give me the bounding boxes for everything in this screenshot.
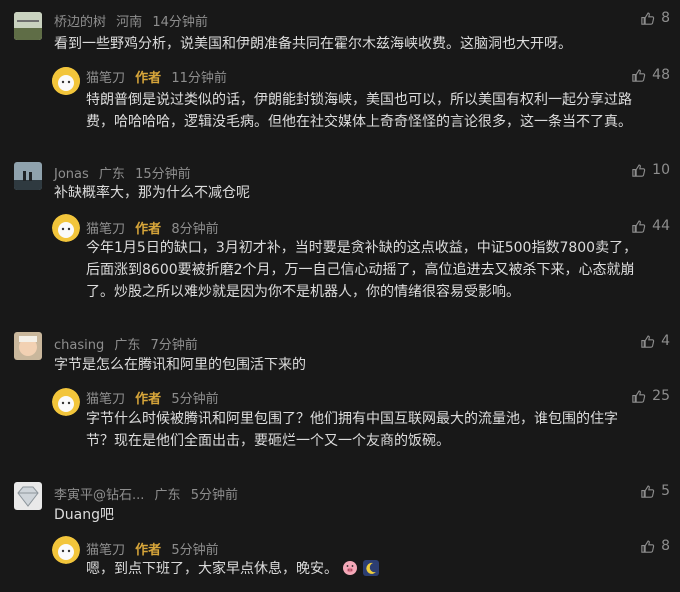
- reply-time: 8分钟前: [171, 222, 219, 237]
- like-count: 4: [661, 333, 670, 349]
- avatar[interactable]: [14, 12, 42, 40]
- cat-avatar-icon: [52, 536, 80, 564]
- comment-time: 14分钟前: [152, 15, 208, 30]
- comment-meta: Jonas 广东 15分钟前: [54, 163, 197, 182]
- like-count: 25: [652, 388, 670, 404]
- like-count: 8: [661, 538, 670, 554]
- user-name[interactable]: chasing: [54, 338, 104, 353]
- avatar[interactable]: [14, 332, 42, 360]
- thumbs-up-icon: [632, 219, 646, 233]
- diamond-avatar-icon: [14, 482, 42, 510]
- reply-line: 特朗普倒是说过类似的话，伊朗能封锁海峡，美国也可以，所以美国有权利一起分享过路: [86, 92, 632, 108]
- like-button[interactable]: 5: [640, 483, 670, 499]
- user-region: 广东: [114, 338, 141, 353]
- reply-time: 5分钟前: [171, 392, 219, 407]
- like-count: 10: [652, 162, 670, 178]
- thumbs-up-icon: [641, 484, 655, 498]
- author-badge: 作者: [135, 222, 162, 237]
- author-name[interactable]: 猫笔刀: [86, 392, 125, 407]
- reply-meta: 猫笔刀 作者 5分钟前: [86, 539, 225, 558]
- author-badge: 作者: [135, 71, 162, 86]
- child-avatar-icon: [14, 332, 42, 360]
- like-button[interactable]: 4: [640, 333, 670, 349]
- author-avatar[interactable]: [52, 67, 80, 95]
- comment-meta: 李寅平@钻石... 广东 5分钟前: [54, 484, 244, 503]
- avatar[interactable]: [14, 482, 42, 510]
- user-name[interactable]: Jonas: [54, 167, 89, 182]
- user-name[interactable]: 桥边的树: [54, 15, 106, 30]
- reply-line: 嗯，到点下班了，大家早点休息，晚安。: [86, 561, 338, 577]
- landscape-avatar-icon: [14, 12, 42, 40]
- comment-text: Duang吧: [54, 507, 114, 523]
- thumbs-up-icon: [632, 389, 646, 403]
- user-region: 广东: [98, 167, 125, 182]
- thumbs-up-icon: [641, 334, 655, 348]
- reply-meta: 猫笔刀 作者 5分钟前: [86, 388, 225, 407]
- like-button[interactable]: 44: [631, 218, 670, 234]
- comment-text: 补缺概率大，那为什么不减仓呢: [54, 185, 250, 201]
- crescent-moon-icon: [362, 560, 379, 576]
- comment-time: 7分钟前: [150, 338, 198, 353]
- pig-face-icon: [343, 561, 358, 575]
- reply-time: 5分钟前: [171, 543, 219, 558]
- comment-meta: 桥边的树 河南 14分钟前: [54, 11, 214, 30]
- like-count: 5: [661, 483, 670, 499]
- cat-avatar-icon: [52, 67, 80, 95]
- silhouette-avatar-icon: [14, 162, 42, 190]
- reply-text: 嗯，到点下班了，大家早点休息，晚安。: [86, 558, 379, 580]
- comment-text: 字节是怎么在腾讯和阿里的包围活下来的: [54, 357, 306, 373]
- author-name[interactable]: 猫笔刀: [86, 222, 125, 237]
- reply-meta: 猫笔刀 作者 8分钟前: [86, 218, 225, 237]
- reply-line: 后面涨到8600要被折磨2个月，万一自己信心动摇了，高位追进去又被杀下来，心态就…: [86, 262, 635, 278]
- reply-line: 了。炒股之所以难炒就是因为你不是机器人，你的情绪很容易受影响。: [86, 284, 520, 300]
- reply-line: 费，哈哈哈哈，逻辑没毛病。但他在社交媒体上奇奇怪怪的言论很多，这一条当不了真。: [86, 114, 632, 130]
- like-button[interactable]: 8: [640, 10, 670, 26]
- like-count: 44: [652, 218, 670, 234]
- cat-avatar-icon: [52, 214, 80, 242]
- author-avatar[interactable]: [52, 536, 80, 564]
- user-name[interactable]: 李寅平@钻石...: [54, 488, 144, 503]
- reply-meta: 猫笔刀 作者 11分钟前: [86, 67, 233, 86]
- like-count: 8: [661, 10, 670, 26]
- comment-3: chasing 广东 7分钟前 4 字节是怎么在腾讯和阿里的包围活下来的 猫笔刀…: [0, 328, 680, 468]
- author-badge: 作者: [135, 392, 162, 407]
- author-name[interactable]: 猫笔刀: [86, 543, 125, 558]
- author-name[interactable]: 猫笔刀: [86, 71, 125, 86]
- like-button[interactable]: 10: [631, 162, 670, 178]
- comment-time: 15分钟前: [135, 167, 191, 182]
- comment-1: 桥边的树 河南 14分钟前 8 看到一些野鸡分析，说美国和伊朗准备共同在霍尔木兹…: [0, 0, 680, 160]
- like-button[interactable]: 8: [640, 538, 670, 554]
- comment-meta: chasing 广东 7分钟前: [54, 334, 204, 353]
- thumbs-up-icon: [641, 11, 655, 25]
- like-count: 48: [652, 67, 670, 83]
- user-region: 广东: [154, 488, 181, 503]
- comment-time: 5分钟前: [190, 488, 238, 503]
- reply-line: 节？现在是他们全面出击，要砸烂一个又一个友商的饭碗。: [86, 433, 450, 449]
- reply-line: 今年1月5日的缺口，3月初才补，当时要是贪补缺的这点收益，中证500指数7800…: [86, 240, 638, 256]
- comment-text: 看到一些野鸡分析，说美国和伊朗准备共同在霍尔木兹海峡收费。这脑洞也大开呀。: [54, 36, 572, 52]
- avatar[interactable]: [14, 162, 42, 190]
- author-avatar[interactable]: [52, 214, 80, 242]
- user-region: 河南: [116, 15, 143, 30]
- like-button[interactable]: 25: [631, 388, 670, 404]
- comment-2: Jonas 广东 15分钟前 10 补缺概率大，那为什么不减仓呢 猫笔刀 作者 …: [0, 158, 680, 318]
- author-badge: 作者: [135, 543, 162, 558]
- cat-avatar-icon: [52, 388, 80, 416]
- reply-text: 特朗普倒是说过类似的话，伊朗能封锁海峡，美国也可以，所以美国有权利一起分享过路 …: [86, 89, 632, 133]
- thumbs-up-icon: [632, 68, 646, 82]
- thumbs-up-icon: [632, 163, 646, 177]
- reply-text: 今年1月5日的缺口，3月初才补，当时要是贪补缺的这点收益，中证500指数7800…: [86, 237, 637, 303]
- author-avatar[interactable]: [52, 388, 80, 416]
- like-button[interactable]: 48: [631, 67, 670, 83]
- comment-4: 李寅平@钻石... 广东 5分钟前 5 Duang吧 猫笔刀 作者 5分钟前 8…: [0, 478, 680, 592]
- reply-time: 11分钟前: [171, 71, 227, 86]
- thumbs-up-icon: [641, 539, 655, 553]
- reply-text: 字节什么时候被腾讯和阿里包围了？他们拥有中国互联网最大的流量池，谁包围的住字 节…: [86, 408, 618, 452]
- reply-line: 字节什么时候被腾讯和阿里包围了？他们拥有中国互联网最大的流量池，谁包围的住字: [86, 411, 618, 427]
